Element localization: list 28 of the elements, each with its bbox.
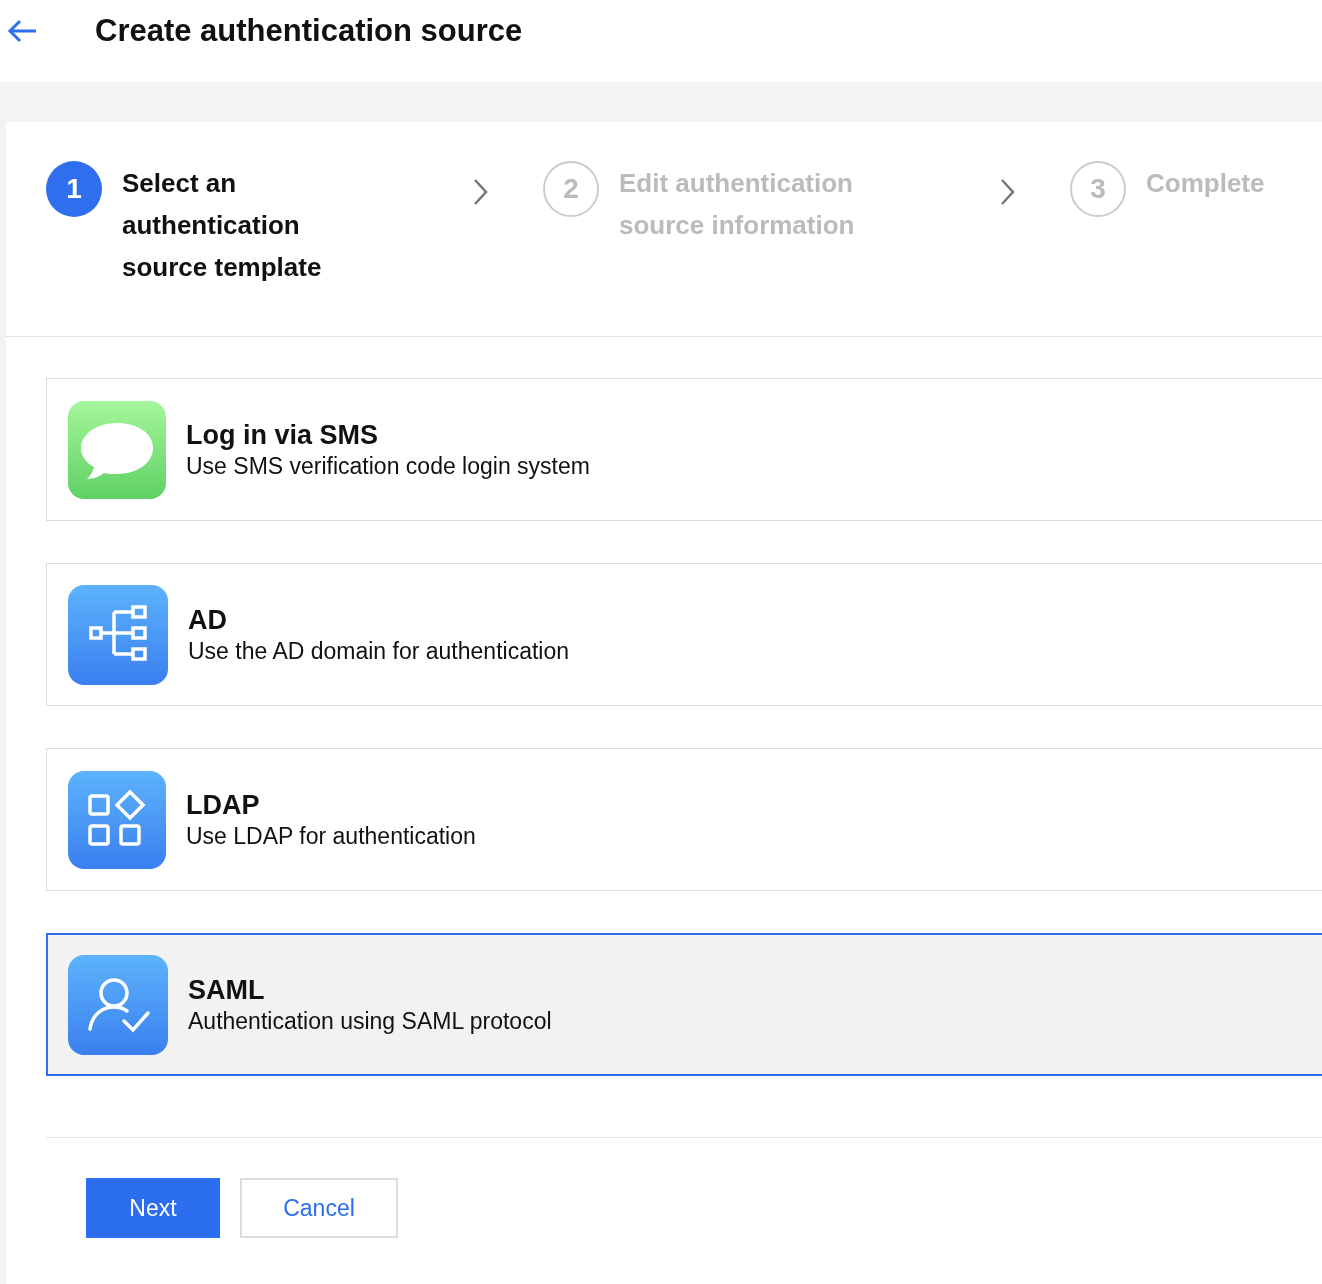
chevron-icon — [999, 178, 1015, 206]
step-number: 1 — [46, 161, 102, 217]
next-button[interactable]: Next — [86, 1178, 220, 1238]
chat-bubble-icon — [68, 400, 166, 499]
option-card[interactable]: SAML Authentication using SAML protocol — [46, 933, 1322, 1076]
option-card[interactable]: Log in via SMS Use SMS verification code login system — [46, 378, 1322, 521]
option-description: Use SMS verification code login system — [186, 452, 590, 480]
option-title: LDAP — [186, 789, 261, 821]
step-label: Select an authentication source template — [122, 167, 323, 284]
option-description: Authentication using SAML protocol — [188, 1007, 552, 1035]
back-arrow-icon[interactable] — [6, 18, 38, 44]
option-card[interactable]: AD Use the AD domain for authentication — [46, 563, 1322, 706]
user-check-icon — [68, 954, 168, 1055]
step-number: 2 — [543, 161, 599, 217]
apps-grid-icon — [68, 770, 166, 869]
hierarchy-icon — [68, 584, 168, 685]
option-description: Use the AD domain for authentication — [188, 637, 569, 665]
option-title: AD — [188, 604, 228, 636]
step-label: Edit authentication source information — [619, 167, 856, 242]
option-title: SAML — [188, 974, 266, 1006]
cancel-button[interactable]: Cancel — [240, 1178, 398, 1238]
page-title: Create authentication source — [95, 13, 523, 49]
step-number: 3 — [1070, 161, 1126, 217]
option-title: Log in via SMS — [186, 419, 380, 451]
step-label: Complete — [1146, 167, 1266, 200]
option-description: Use LDAP for authentication — [186, 822, 476, 850]
chevron-icon — [472, 178, 488, 206]
option-card[interactable]: LDAP Use LDAP for authentication — [46, 748, 1322, 891]
